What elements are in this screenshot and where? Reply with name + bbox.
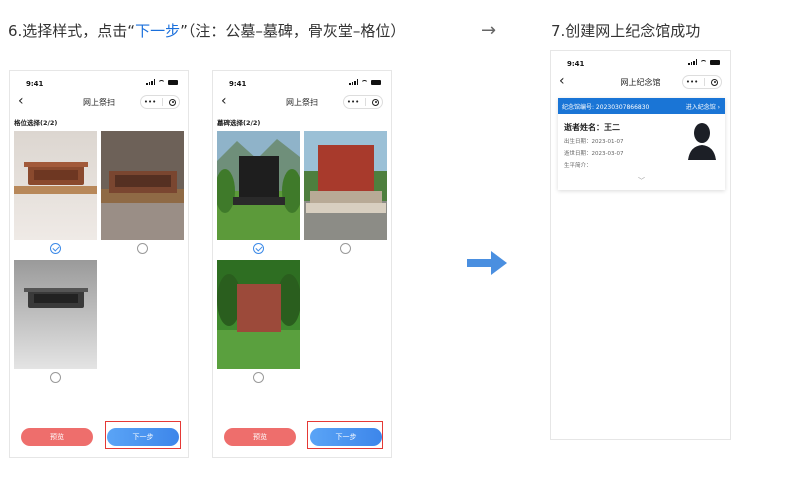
more-dots-icon[interactable]: •••: [144, 98, 156, 106]
status-time: 9:41: [26, 80, 44, 88]
phone-tombstone-selection: 9:41 ‹ 网上祭扫 ••• 墓碑选择(2/2) 预览 下一步: [212, 70, 392, 458]
signal-icon: [688, 59, 697, 65]
tombstone-image-1: [217, 131, 300, 240]
niche-radio-2[interactable]: [137, 243, 148, 254]
step6-title-highlight: 下一步: [135, 22, 181, 40]
niche-option-1[interactable]: [14, 131, 97, 240]
battery-icon: [371, 79, 381, 85]
death-date: 逝世日期：2023-03-07: [564, 151, 624, 157]
mini-program-capsule: •••: [343, 95, 383, 109]
step6-title-suffix: ”（注：公墓–墓碑，骨灰堂–格位）: [180, 22, 406, 40]
birth-date: 出生日期：2023-01-07: [564, 139, 624, 145]
section-label: 墓碑选择(2/2): [217, 119, 261, 127]
status-bar: 9:41: [10, 71, 188, 91]
niche-image-3: [14, 260, 97, 369]
avatar-silhouette-icon: [686, 120, 718, 160]
phone-memorial-created: 9:41 ‹ 网上纪念馆 ••• 纪念馆编号: 20230307866830 进…: [550, 50, 731, 440]
right-arrow-icon: [467, 251, 507, 275]
mini-program-capsule: •••: [140, 95, 180, 109]
battery-icon: [710, 59, 720, 65]
niche-option-3[interactable]: [14, 260, 97, 369]
preview-button[interactable]: 预览: [224, 428, 296, 446]
memorial-card: 纪念馆编号: 20230307866830 进入纪念馆 › 逝者姓名：王二 出生…: [558, 98, 725, 190]
memorial-number: 纪念馆编号: 20230307866830: [562, 104, 650, 111]
expand-chevron-icon[interactable]: ﹀: [558, 176, 725, 186]
nav-bar: ‹ 网上祭扫 •••: [10, 91, 188, 113]
tombstone-image-2: [304, 131, 387, 240]
tombstone-option-2[interactable]: [304, 131, 387, 240]
tombstone-image-3: [217, 260, 300, 369]
status-icons: [349, 79, 381, 85]
tombstone-radio-3[interactable]: [253, 372, 264, 383]
niche-radio-1[interactable]: [50, 243, 61, 254]
status-bar: 9:41: [213, 71, 391, 91]
close-circle-icon[interactable]: [711, 78, 719, 86]
nav-bar: ‹ 网上纪念馆 •••: [551, 71, 730, 93]
more-dots-icon[interactable]: •••: [347, 98, 359, 106]
signal-icon: [349, 79, 358, 85]
status-time: 9:41: [229, 80, 247, 88]
wifi-icon: [158, 79, 165, 85]
capsule-divider: [162, 98, 164, 106]
phone-niche-selection: 9:41 ‹ 网上祭扫 ••• 格位选择(2/2) 预览 下一步: [9, 70, 189, 458]
niche-option-2[interactable]: [101, 131, 184, 240]
niche-image-2: [101, 131, 184, 240]
niche-radio-3[interactable]: [50, 372, 61, 383]
close-circle-icon[interactable]: [169, 98, 177, 106]
signal-icon: [146, 79, 155, 85]
capsule-divider: [365, 98, 367, 106]
step7-title: 7.创建网上纪念馆成功: [551, 22, 701, 40]
highlight-box: [307, 421, 383, 449]
step6-title-prefix: 6.选择样式，点击“: [8, 22, 136, 40]
capsule-divider: [704, 78, 706, 86]
nav-bar: ‹ 网上祭扫 •••: [213, 91, 391, 113]
deceased-name: 逝者姓名：王二: [564, 123, 620, 132]
wifi-icon: [700, 59, 707, 65]
tombstone-radio-2[interactable]: [340, 243, 351, 254]
close-circle-icon[interactable]: [372, 98, 380, 106]
mini-program-capsule: •••: [682, 75, 722, 89]
tombstone-option-3[interactable]: [217, 260, 300, 369]
memorial-header-bar: 纪念馆编号: 20230307866830 进入纪念馆 ›: [558, 98, 725, 114]
status-bar: 9:41: [551, 51, 730, 71]
tombstone-option-1[interactable]: [217, 131, 300, 240]
more-dots-icon[interactable]: •••: [686, 78, 698, 86]
wifi-icon: [361, 79, 368, 85]
preview-button[interactable]: 预览: [21, 428, 93, 446]
status-icons: [146, 79, 178, 85]
battery-icon: [168, 79, 178, 85]
step6-title: 6.选择样式，点击“下一步”（注：公墓–墓碑，骨灰堂–格位）: [8, 20, 405, 41]
status-time: 9:41: [567, 60, 585, 68]
status-icons: [688, 59, 720, 65]
biography-label: 生平简介：: [564, 163, 592, 169]
small-arrow-icon: →: [481, 20, 497, 41]
section-label: 格位选择(2/2): [14, 119, 58, 127]
tombstone-radio-1[interactable]: [253, 243, 264, 254]
enter-memorial-link[interactable]: 进入纪念馆 ›: [686, 102, 720, 111]
niche-image-1: [14, 131, 97, 240]
highlight-box: [105, 421, 181, 449]
